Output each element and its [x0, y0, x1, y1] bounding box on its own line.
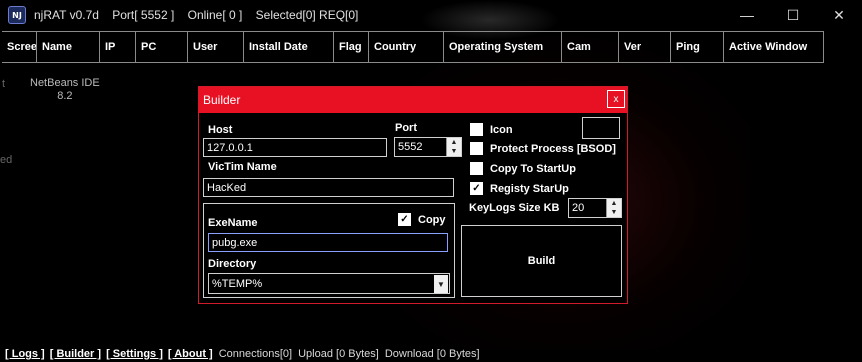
checkmark-icon: ✓ — [470, 182, 483, 195]
spin-down-icon[interactable]: ▼ — [447, 147, 461, 156]
copy-startup-label: Copy To StartUp — [490, 162, 576, 175]
client-list-item[interactable]: NetBeans IDE 8.2 — [30, 77, 100, 103]
builder-close-button[interactable]: x — [607, 90, 625, 108]
column-active-window[interactable]: Active Window — [724, 32, 824, 62]
icon-preview-box[interactable] — [582, 117, 620, 139]
column-name[interactable]: Name — [37, 32, 100, 62]
minimize-button[interactable]: — — [724, 0, 770, 30]
checkmark-icon: ✓ — [398, 213, 411, 226]
host-input[interactable]: 127.0.0.1 — [203, 138, 387, 157]
download-status: Download [0 Bytes] — [384, 348, 480, 360]
spin-down-icon[interactable]: ▼ — [607, 208, 621, 217]
column-pc[interactable]: PC — [136, 32, 188, 62]
edge-text-2: ed — [0, 154, 13, 166]
builder-dialog: Builder x Host 127.0.0.1 Port 5552 ▲ ▼ V… — [198, 86, 628, 304]
keylogs-size-label: KeyLogs Size KB — [469, 202, 560, 214]
port-label: Port — [395, 122, 417, 134]
column-install-date[interactable]: Install Date — [244, 32, 334, 62]
exename-input[interactable]: pubg.exe — [208, 233, 448, 252]
protect-process-checkbox[interactable]: Protect Process [BSOD] — [470, 142, 616, 155]
column-cam[interactable]: Cam — [562, 32, 619, 62]
connections-status: Connections[0] — [218, 348, 293, 360]
window-controls: — ☐ ✕ — [724, 0, 862, 30]
registry-startup-checkbox[interactable]: ✓ Registy StarUp — [470, 182, 569, 195]
close-window-button[interactable]: ✕ — [816, 0, 862, 30]
directory-value: %TEMP% — [212, 277, 263, 290]
icon-checkbox[interactable]: Icon — [470, 123, 513, 136]
victim-name-label: VicTim Name — [208, 161, 277, 173]
window-title: njRAT v0.7d Port[ 5552 ] Online[ 0 ] Sel… — [34, 8, 359, 22]
chevron-down-icon[interactable]: ▼ — [434, 275, 448, 293]
column-ping[interactable]: Ping — [671, 32, 724, 62]
njrat-logo-icon: NJ — [8, 6, 26, 24]
client-name: NetBeans IDE — [30, 77, 100, 89]
column-ver[interactable]: Ver — [619, 32, 671, 62]
upload-status: Upload [0 Bytes] — [298, 348, 379, 360]
victim-name-input[interactable]: HacKed — [203, 178, 454, 197]
directory-select[interactable]: %TEMP% ▼ — [208, 273, 450, 294]
exename-label: ExeName — [208, 217, 258, 229]
protect-process-label: Protect Process [BSOD] — [490, 142, 616, 155]
install-group: ExeName ✓ Copy pubg.exe Directory %TEMP%… — [203, 203, 455, 298]
copy-checkbox[interactable]: ✓ Copy — [398, 213, 446, 226]
edge-text-1: t — [2, 78, 6, 90]
checkbox-box — [470, 162, 483, 175]
column-flag[interactable]: Flag — [334, 32, 369, 62]
port-stepper[interactable]: 5552 ▲ ▼ — [394, 137, 462, 157]
keylogs-size-value: 20 — [572, 202, 585, 214]
title-bar: NJ njRAT v0.7d Port[ 5552 ] Online[ 0 ] … — [0, 0, 862, 30]
copy-label: Copy — [418, 213, 446, 226]
keylogs-size-stepper[interactable]: 20 ▲ ▼ — [568, 198, 622, 218]
icon-option-label: Icon — [490, 123, 513, 136]
port-value: 5552 — [398, 141, 423, 153]
checkbox-box — [470, 123, 483, 136]
maximize-button[interactable]: ☐ — [770, 0, 816, 30]
builder-title-bar: Builder x — [199, 87, 627, 113]
column-country[interactable]: Country — [369, 32, 444, 62]
column-user[interactable]: User — [188, 32, 244, 62]
about-link[interactable]: [ About ] — [168, 348, 213, 360]
port-stepper-arrows[interactable]: ▲ ▼ — [446, 138, 461, 156]
settings-link[interactable]: [ Settings ] — [106, 348, 163, 360]
builder-link[interactable]: [ Builder ] — [50, 348, 101, 360]
checkbox-box — [470, 142, 483, 155]
keylogs-stepper-arrows[interactable]: ▲ ▼ — [606, 199, 621, 217]
logs-link[interactable]: [ Logs ] — [5, 348, 45, 360]
registry-startup-label: Registy StarUp — [490, 182, 569, 195]
client-version: 8.2 — [57, 90, 73, 102]
client-list-header: Scree Name IP PC User Install Date Flag … — [2, 31, 824, 63]
column-screen[interactable]: Scree — [2, 32, 37, 62]
directory-label: Directory — [208, 258, 257, 270]
spin-up-icon[interactable]: ▲ — [447, 138, 461, 147]
spin-up-icon[interactable]: ▲ — [607, 199, 621, 208]
status-bar: [ Logs ] [ Builder ] [ Settings ] [ Abou… — [0, 346, 862, 362]
builder-title: Builder — [203, 93, 241, 107]
column-ip[interactable]: IP — [100, 32, 136, 62]
column-operating-system[interactable]: Operating System — [444, 32, 562, 62]
copy-startup-checkbox[interactable]: Copy To StartUp — [470, 162, 576, 175]
build-button[interactable]: Build — [461, 225, 622, 297]
host-label: Host — [208, 124, 233, 136]
